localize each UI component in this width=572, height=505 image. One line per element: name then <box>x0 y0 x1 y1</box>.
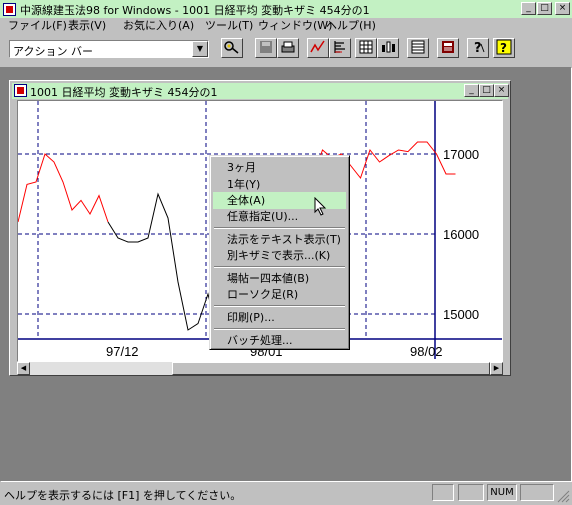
context-menu: 3ヶ月 1年(Y) 全体(A) 任意指定(U)... 法示をテキスト表示(T) … <box>209 155 350 350</box>
toolbar: アクション バー ▼ ? ? <box>0 34 572 65</box>
disk-glyph <box>260 41 272 53</box>
menu-separator <box>214 328 345 330</box>
y-tick-label: 15000 <box>443 307 479 322</box>
menu-item-3months[interactable]: 3ヶ月 <box>213 159 346 176</box>
print-icon[interactable] <box>277 38 299 58</box>
grid-icon[interactable] <box>355 38 377 58</box>
chart-window-titlebar[interactable]: 1001 日経平均 変動キザミ 454分の1 _ □ × <box>12 83 509 99</box>
x-tick-label: 97/12 <box>106 344 139 359</box>
num-lock-indicator: NUM <box>487 484 517 501</box>
app-icon[interactable] <box>3 3 16 16</box>
combo-value: アクション バー <box>13 45 93 58</box>
line-glyph <box>310 40 325 53</box>
chart-window-icon[interactable] <box>14 84 27 97</box>
x-tick-label: 98/02 <box>410 344 443 359</box>
horizontal-scrollbar[interactable]: ◀ ▶ <box>17 362 503 375</box>
menu-separator <box>214 227 345 229</box>
minimize-button[interactable]: _ <box>521 2 536 15</box>
bars-glyph <box>334 41 345 53</box>
candles-glyph <box>382 41 395 53</box>
chart-maximize-button[interactable]: □ <box>479 84 494 97</box>
calculator-icon[interactable] <box>437 38 459 58</box>
menu-item-text-view[interactable]: 法示をテキスト表示(T) <box>213 231 346 248</box>
app-title: 中源線建玉法98 for Windows - 1001 日経平均 変動キザミ 4… <box>20 4 370 17</box>
table-glyph <box>411 40 425 54</box>
price-series-line <box>18 153 109 223</box>
menu-item-ohlc[interactable]: 場帖ー四本値(B) <box>213 270 346 287</box>
chart-window-title: 1001 日経平均 変動キザミ 454分の1 <box>30 86 218 99</box>
key-glyph <box>224 41 239 54</box>
action-bar-combo[interactable]: アクション バー ▼ <box>9 40 209 58</box>
chart-minimize-button[interactable]: _ <box>464 84 479 97</box>
chevron-down-icon[interactable]: ▼ <box>192 41 208 57</box>
calc-glyph <box>442 41 454 53</box>
menu-item-other-step[interactable]: 別キザミで表示...(K) <box>213 247 346 264</box>
menu-help[interactable]: ヘルプ(H) <box>326 18 376 34</box>
status-text: ヘルプを表示するには [F1] を押してください。 <box>4 489 242 502</box>
status-panel <box>432 484 454 501</box>
menu-separator <box>214 305 345 307</box>
menu-item-candlestick[interactable]: ローソク足(R) <box>213 286 346 303</box>
svg-text:?: ? <box>474 41 482 55</box>
mouse-cursor-icon <box>314 197 327 216</box>
question-glyph: ? <box>474 41 485 56</box>
close-button[interactable]: × <box>555 2 570 15</box>
grid-glyph <box>359 40 373 54</box>
help-icon[interactable]: ? <box>493 38 515 58</box>
maximize-button[interactable]: □ <box>537 2 552 15</box>
menu-file[interactable]: ファイル(F) <box>8 18 67 34</box>
key-icon[interactable] <box>221 38 243 58</box>
scroll-thumb[interactable] <box>172 362 490 375</box>
svg-text:?: ? <box>500 41 507 55</box>
resize-grip-icon[interactable] <box>557 490 570 503</box>
menu-item-1year[interactable]: 1年(Y) <box>213 176 346 193</box>
question-icon[interactable]: ? <box>467 38 489 58</box>
y-tick-label: 16000 <box>443 227 479 242</box>
menu-bar: ファイル(F) 表示(V) お気に入り(A) ツール(T) ウィンドウ(W) ヘ… <box>0 18 572 34</box>
printer-glyph <box>281 41 295 53</box>
scroll-right-arrow-icon[interactable]: ▶ <box>490 362 503 375</box>
status-panel <box>520 484 554 501</box>
bar-lines-icon[interactable] <box>329 38 351 58</box>
status-panel <box>458 484 484 501</box>
menu-favorites[interactable]: お気に入り(A) <box>123 18 194 34</box>
chart-close-button[interactable]: × <box>494 84 509 97</box>
help-glyph: ? <box>496 39 512 55</box>
menu-item-batch[interactable]: バッチ処理... <box>213 332 346 349</box>
menu-separator <box>214 266 345 268</box>
app-titlebar[interactable]: 中源線建玉法98 for Windows - 1001 日経平均 変動キザミ 4… <box>0 0 572 18</box>
scroll-left-arrow-icon[interactable]: ◀ <box>17 362 30 375</box>
save-icon[interactable] <box>255 38 277 58</box>
menu-window[interactable]: ウィンドウ(W) <box>258 18 332 34</box>
status-bar: ヘルプを表示するには [F1] を押してください。 NUM <box>0 482 572 505</box>
menu-item-print[interactable]: 印刷(P)... <box>213 309 346 326</box>
line-chart-icon[interactable] <box>307 38 329 58</box>
menu-view[interactable]: 表示(V) <box>68 18 106 34</box>
y-tick-label: 17000 <box>443 147 479 162</box>
menu-tools[interactable]: ツール(T) <box>205 18 253 34</box>
candles-icon[interactable] <box>377 38 399 58</box>
table-icon[interactable] <box>407 38 429 58</box>
